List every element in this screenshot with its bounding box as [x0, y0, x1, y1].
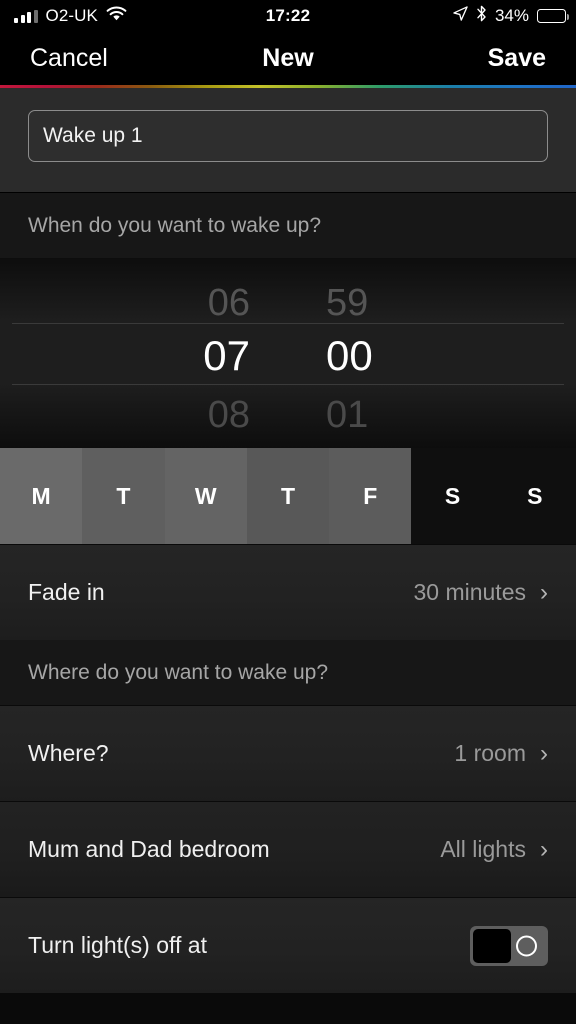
minute-previous: 59	[326, 282, 369, 324]
fade-in-label: Fade in	[28, 579, 105, 605]
where-section-header-label: Where do you want to wake up?	[28, 660, 329, 684]
minute-selected: 00	[326, 332, 373, 379]
day-toggle-wednesday[interactable]: W	[164, 448, 247, 544]
chevron-right-icon: ›	[540, 578, 548, 606]
save-button[interactable]: Save	[488, 44, 546, 73]
turn-lights-off-label: Turn light(s) off at	[28, 932, 207, 958]
battery-percent-label: 34%	[494, 6, 529, 25]
day-toggle-friday[interactable]: F	[329, 448, 412, 544]
app-screen: O2-UK 17:22 34% Cancel New Save Wake up …	[0, 0, 576, 1024]
toggle-knob	[473, 928, 511, 963]
room-value: All lights	[440, 836, 526, 862]
minute-next: 01	[326, 394, 369, 436]
location-arrow-icon	[453, 6, 468, 26]
day-toggle-monday[interactable]: M	[0, 448, 83, 544]
time-picker[interactable]: 06 07 08 59 00 01	[0, 258, 576, 448]
room-label: Mum and Dad bedroom	[28, 836, 270, 862]
fade-in-value: 30 minutes	[413, 579, 526, 605]
day-label: S	[444, 482, 461, 509]
where-value: 1 room	[454, 740, 526, 766]
when-section-header-label: When do you want to wake up?	[28, 213, 322, 237]
day-label: S	[527, 482, 543, 509]
minute-wheel[interactable]: 59 00 01	[288, 258, 438, 448]
alarm-name-section	[0, 88, 576, 193]
day-toggle-tuesday[interactable]: T	[82, 448, 165, 544]
turn-lights-off-toggle[interactable]	[470, 925, 548, 966]
alarm-name-input[interactable]	[28, 110, 548, 162]
hour-next: 08	[207, 394, 250, 436]
chevron-right-icon: ›	[540, 739, 548, 767]
hour-previous: 06	[207, 282, 250, 324]
toggle-off-icon	[516, 935, 537, 956]
day-toggle-saturday[interactable]: S	[411, 448, 494, 544]
bluetooth-icon	[476, 5, 487, 27]
status-bar-right: 34%	[453, 5, 569, 27]
room-row[interactable]: Mum and Dad bedroom All lights ›	[0, 801, 576, 897]
hour-wheel[interactable]: 06 07 08	[138, 258, 288, 448]
chevron-right-icon: ›	[540, 835, 548, 863]
hour-selected: 07	[203, 332, 250, 379]
day-label: T	[116, 482, 131, 509]
day-label: W	[194, 482, 217, 509]
where-section-header: Where do you want to wake up?	[0, 640, 576, 705]
day-toggle-thursday[interactable]: T	[246, 448, 330, 544]
day-label: M	[31, 482, 51, 509]
where-row[interactable]: Where? 1 room ›	[0, 705, 576, 801]
status-bar: O2-UK 17:22 34%	[0, 0, 576, 32]
day-repeat-selector: MTWTFSS	[0, 448, 576, 544]
day-toggle-sunday[interactable]: S	[493, 448, 576, 544]
fade-in-row[interactable]: Fade in 30 minutes ›	[0, 544, 576, 640]
when-section-header: When do you want to wake up?	[0, 193, 576, 258]
where-label: Where?	[28, 740, 109, 766]
turn-lights-off-row[interactable]: Turn light(s) off at	[0, 897, 576, 993]
navigation-bar: Cancel New Save	[0, 32, 576, 85]
day-label: F	[363, 482, 378, 509]
battery-icon	[537, 9, 569, 23]
day-label: T	[280, 482, 296, 509]
